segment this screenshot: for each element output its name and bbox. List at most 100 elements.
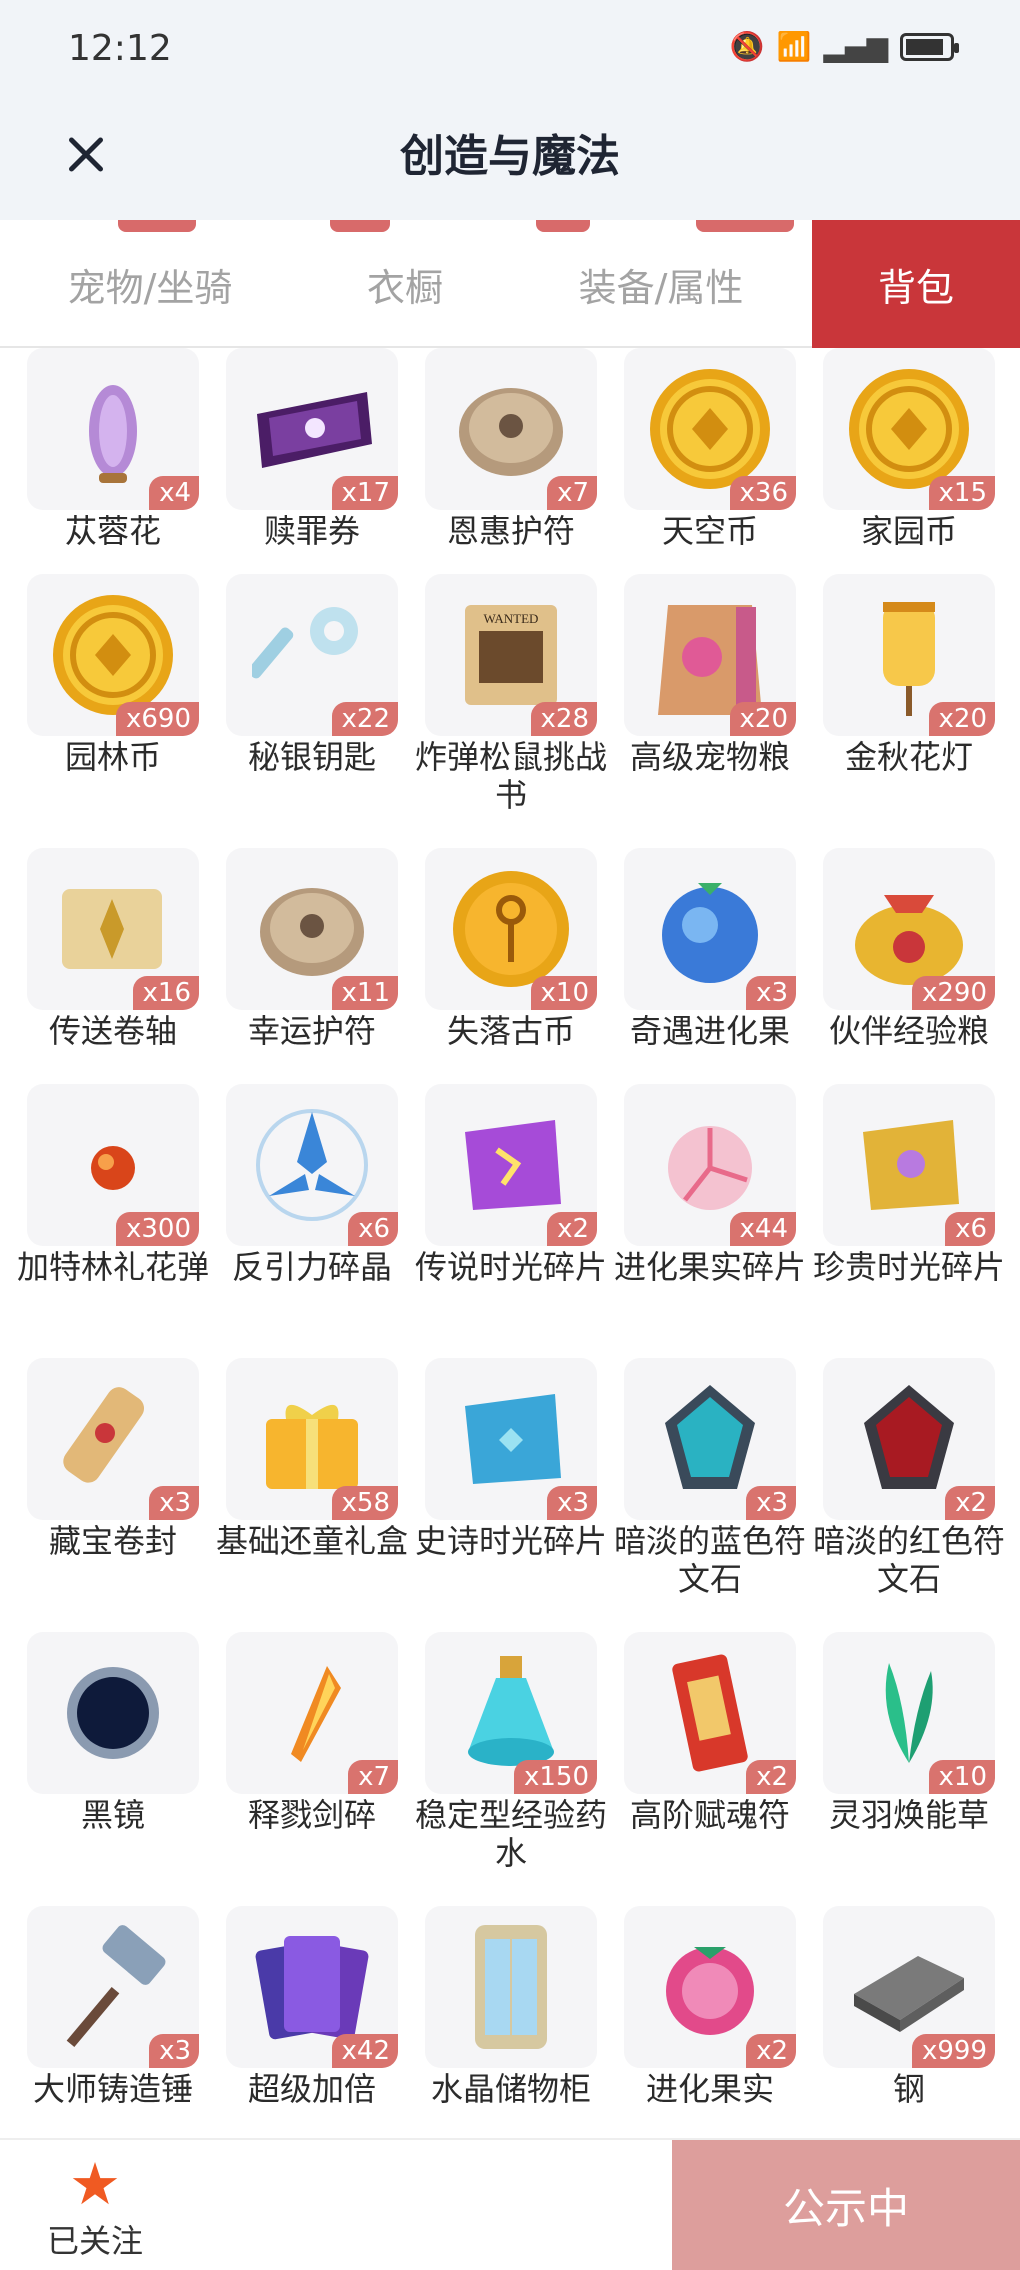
inventory-item[interactable]: x999 钢: [823, 1906, 995, 2108]
inventory-item[interactable]: x3 史诗时光碎片: [415, 1358, 607, 1560]
quantity-badge: x2: [746, 2034, 796, 2068]
item-tile: x3: [27, 1906, 199, 2068]
quantity-badge: x3: [746, 976, 796, 1010]
inventory-item[interactable]: x10 灵羽焕能草: [823, 1632, 995, 1834]
inventory-item[interactable]: x2 高阶赋魂符: [624, 1632, 796, 1834]
inventory-item[interactable]: x17 赎罪券: [226, 348, 398, 550]
follow-button[interactable]: ★ 已关注: [30, 2154, 160, 2262]
battery-icon: [900, 32, 959, 61]
item-tile: x58: [226, 1358, 398, 1520]
inventory-item[interactable]: x7 恩惠护符: [425, 348, 597, 550]
item-name: 恩惠护符: [446, 512, 575, 550]
item-tile: x6: [823, 1084, 995, 1246]
status-icons: 🔕 📶 ▂▄▆: [730, 30, 959, 63]
quantity-badge: x16: [132, 976, 199, 1010]
inventory-item[interactable]: 水晶储物柜: [425, 1906, 597, 2108]
item-name: 奇遇进化果: [629, 1012, 790, 1050]
item-tile: WANTED x28: [425, 574, 597, 736]
quantity-badge: x2: [945, 1486, 995, 1520]
quantity-badge: x6: [945, 1212, 995, 1246]
inventory-item[interactable]: x58 基础还童礼盒: [216, 1358, 408, 1560]
item-name: 传送卷轴: [48, 1012, 177, 1050]
inventory-item[interactable]: x290 伙伴经验粮: [823, 848, 995, 1050]
inventory-item[interactable]: x3 大师铸造锤: [27, 1906, 199, 2108]
item-tile: x2: [624, 1632, 796, 1794]
tab-equipment-attributes[interactable]: 装备/属性: [510, 220, 812, 348]
quantity-badge: x6: [348, 1212, 398, 1246]
inventory-item[interactable]: 黑镜: [27, 1632, 199, 1834]
cards-icon: [252, 1922, 372, 2052]
inventory-item[interactable]: x3 藏宝卷封: [27, 1358, 199, 1560]
inventory-item[interactable]: x10 失落古币: [425, 848, 597, 1050]
gold-pouch-icon: [844, 869, 974, 989]
quantity-badge: x3: [149, 2034, 199, 2068]
item-name: 暗淡的蓝色符文石: [613, 1522, 806, 1598]
scroll-icon: [48, 869, 178, 989]
key-icon: [252, 595, 372, 715]
item-name: 灵羽焕能草: [828, 1796, 989, 1834]
item-tile: x2: [425, 1084, 597, 1246]
tab-backpack[interactable]: 背包: [812, 220, 1020, 348]
inventory-item[interactable]: WANTED x28 炸弹松鼠挑战书: [415, 574, 607, 814]
signal-icon: ▂▄▆: [823, 30, 888, 63]
inventory-item[interactable]: x6 珍贵时光碎片: [813, 1084, 1005, 1286]
quantity-badge: x3: [149, 1486, 199, 1520]
gift-box-icon: [252, 1379, 372, 1499]
inventory-item[interactable]: x2 传说时光碎片: [415, 1084, 607, 1286]
quantity-badge: x3: [746, 1486, 796, 1520]
quantity-badge: x7: [547, 476, 597, 510]
inventory-item[interactable]: x22 秘银钥匙: [226, 574, 398, 776]
item-tile: x36: [624, 348, 796, 510]
inventory-item[interactable]: x150 稳定型经验药水: [415, 1632, 607, 1872]
inventory-item[interactable]: x20 高级宠物粮: [624, 574, 796, 776]
inventory-item[interactable]: x11 幸运护符: [226, 848, 398, 1050]
inventory-item[interactable]: x3 奇遇进化果: [624, 848, 796, 1050]
crystal-shard-icon: [247, 1100, 377, 1230]
inventory-item[interactable]: x6 反引力碎晶: [226, 1084, 398, 1286]
inventory-item[interactable]: x7 释戮剑碎: [226, 1632, 398, 1834]
quantity-badge: x58: [331, 1486, 398, 1520]
item-name: 超级加倍: [247, 2070, 376, 2108]
quantity-badge: x150: [513, 1760, 597, 1794]
tab-wardrobe[interactable]: 衣橱: [300, 220, 510, 348]
inventory-item[interactable]: x44 进化果实碎片: [614, 1084, 806, 1286]
inventory-item[interactable]: x15 家园币: [823, 348, 995, 550]
purple-puzzle-icon: [451, 1110, 571, 1220]
quantity-badge: x10: [530, 976, 597, 1010]
quantity-badge: x17: [331, 476, 398, 510]
gold-coin-icon: [846, 366, 972, 492]
inventory-item[interactable]: x4 苁蓉花: [27, 348, 199, 550]
inventory-item[interactable]: x300 加特林礼花弹: [17, 1084, 209, 1286]
item-tile: x20: [624, 574, 796, 736]
tab-pets-mounts[interactable]: 宠物/坐骑: [0, 220, 300, 348]
item-name: 苁蓉花: [64, 512, 161, 550]
inventory-item[interactable]: x20 金秋花灯: [823, 574, 995, 776]
item-tile: x290: [823, 848, 995, 1010]
item-tile: x6: [226, 1084, 398, 1246]
inventory-item[interactable]: x2 进化果实: [624, 1906, 796, 2108]
inventory-item[interactable]: x690 园林币: [27, 574, 199, 776]
stone-amulet-icon: [451, 374, 571, 484]
item-tile: x2: [823, 1358, 995, 1520]
firework-icon: [78, 1130, 148, 1200]
inventory-item[interactable]: x16 传送卷轴: [27, 848, 199, 1050]
quantity-badge: x20: [928, 702, 995, 736]
item-name: 秘银钥匙: [247, 738, 376, 776]
blue-rune-stone-icon: [655, 1379, 765, 1499]
announce-button[interactable]: 公示中: [672, 2140, 1020, 2270]
inventory-item[interactable]: x42 超级加倍: [226, 1906, 398, 2108]
item-tile: x17: [226, 348, 398, 510]
item-name: 水晶储物柜: [430, 2070, 591, 2108]
item-tile: x3: [624, 1358, 796, 1520]
inventory-item[interactable]: x2 暗淡的红色符文石: [813, 1358, 1005, 1598]
inventory-item[interactable]: x3 暗淡的蓝色符文石: [614, 1358, 806, 1598]
inventory-grid: x4 苁蓉花 x17 赎罪券 x7 恩惠护符 x36 天空币 x15 家园币 x690 园林币 x22 秘…: [0, 348, 1020, 2138]
item-name: 赎罪券: [263, 512, 360, 550]
wanted-poster-icon: WANTED: [451, 595, 571, 715]
red-rune-stone-icon: [854, 1379, 964, 1499]
black-mirror-icon: [58, 1658, 168, 1768]
blue-puzzle-icon: [451, 1384, 571, 1494]
inventory-item[interactable]: x36 天空币: [624, 348, 796, 550]
item-tile: x10: [425, 848, 597, 1010]
svg-text:WANTED: WANTED: [484, 611, 539, 626]
